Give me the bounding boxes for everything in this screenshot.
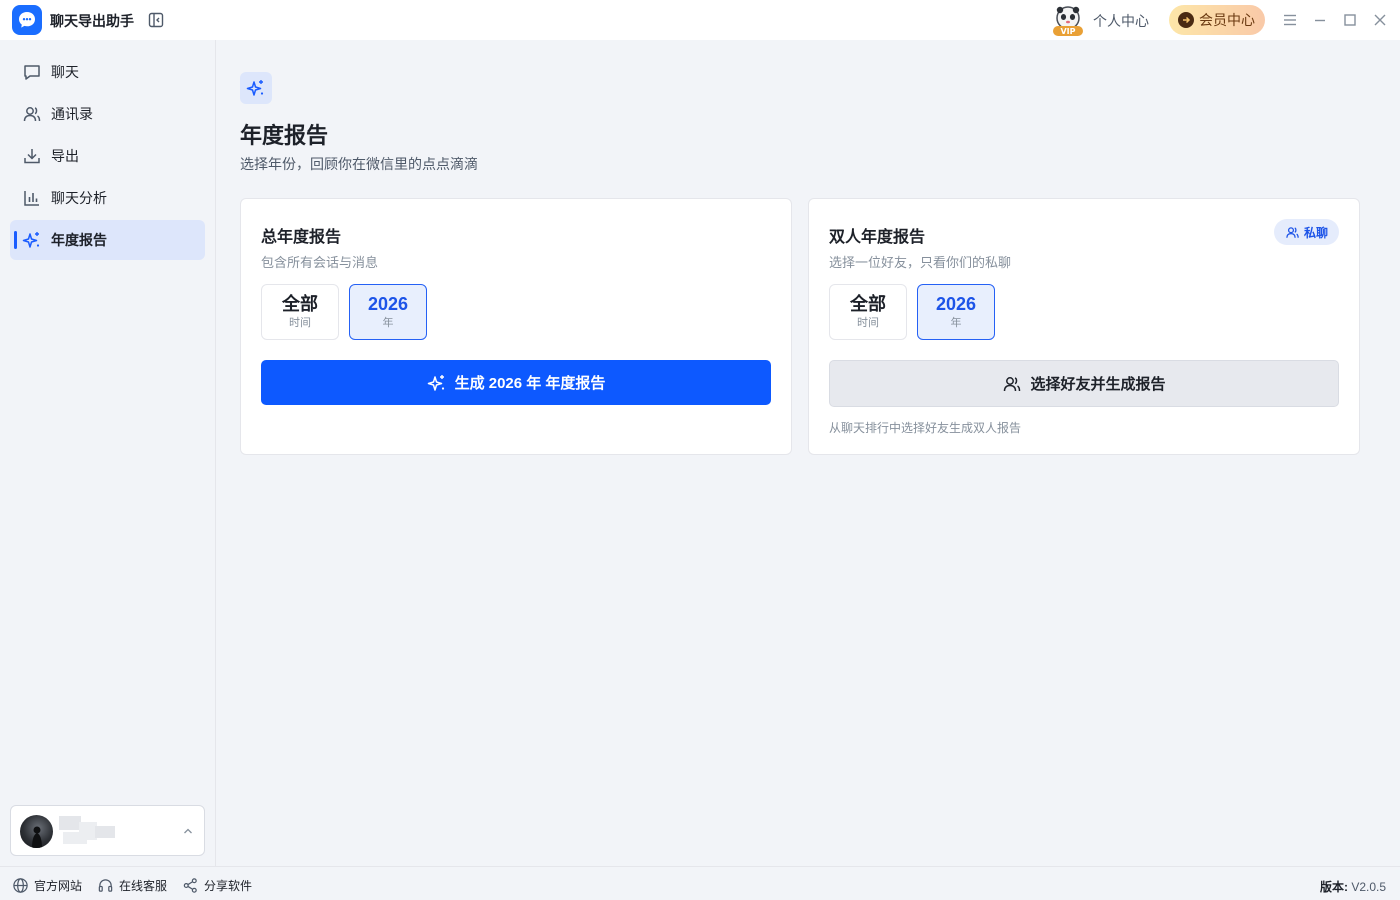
chevron-up-icon[interactable] <box>182 825 194 837</box>
button-label: 生成 2026 年 年度报告 <box>454 375 606 392</box>
arrow-right-icon <box>1178 12 1194 28</box>
option-sub-label: 时间 <box>857 317 879 329</box>
sidebar-collapse-icon[interactable] <box>147 12 165 28</box>
headset-icon <box>97 877 114 894</box>
dual-report-card: 双人年度报告 私聊 选择一位好友，只看你们的私聊 全部 时间 2026 年 选择… <box>808 198 1360 455</box>
page-title: 年度报告 <box>240 123 329 148</box>
option-main-label: 2026 <box>935 294 977 314</box>
card-hint: 从聊天排行中选择好友生成双人报告 <box>829 421 1022 435</box>
card-title: 总年度报告 <box>261 229 342 246</box>
private-chat-badge: 私聊 <box>1274 219 1339 245</box>
sparkles-icon <box>427 373 447 393</box>
version-info: 版本: V2.0.5 <box>1320 878 1386 895</box>
sidebar-item-analysis[interactable]: 聊天分析 <box>10 178 205 218</box>
option-main-label: 全部 <box>282 294 318 314</box>
svg-text:VIP: VIP <box>1060 27 1075 36</box>
sidebar-item-annual-report[interactable]: 年度报告 <box>10 220 205 260</box>
contacts-icon <box>22 104 42 124</box>
sidebar: 聊天 通讯录 导出 聊天分析 年度报告 <box>0 40 216 866</box>
sidebar-item-export[interactable]: 导出 <box>10 136 205 176</box>
page-subtitle: 选择年份，回顾你在微信里的点点滴滴 <box>240 156 478 172</box>
menu-icon[interactable] <box>1281 11 1299 29</box>
button-label: 选择好友并生成报告 <box>1030 376 1166 393</box>
option-sub-label: 时间 <box>289 317 311 329</box>
share-software-link[interactable]: 分享软件 <box>182 877 252 894</box>
maximize-icon[interactable] <box>1341 11 1359 29</box>
app-logo-icon <box>12 5 42 35</box>
sidebar-item-label: 导出 <box>51 148 79 164</box>
minimize-icon[interactable] <box>1311 11 1329 29</box>
globe-icon <box>12 877 29 894</box>
select-friend-button[interactable]: 选择好友并生成报告 <box>829 360 1339 407</box>
badge-label: 私聊 <box>1303 225 1328 240</box>
official-website-link[interactable]: 官方网站 <box>12 877 82 894</box>
member-center-label: 会员中心 <box>1199 12 1255 28</box>
share-icon <box>182 877 199 894</box>
online-support-link[interactable]: 在线客服 <box>97 877 167 894</box>
avatar <box>20 815 53 848</box>
personal-center-link[interactable]: 个人中心 <box>1093 11 1149 31</box>
chat-bubble-icon <box>22 62 42 82</box>
card-description: 选择一位好友，只看你们的私聊 <box>829 255 1012 270</box>
member-center-button[interactable]: 会员中心 <box>1169 5 1265 35</box>
contacts-icon <box>1285 225 1300 240</box>
option-sub-label: 年 <box>950 317 962 329</box>
sidebar-item-label: 聊天分析 <box>51 190 107 206</box>
sidebar-item-chat[interactable]: 聊天 <box>10 52 205 92</box>
sidebar-item-label: 聊天 <box>51 64 79 80</box>
total-report-card: 总年度报告 包含所有会话与消息 全部 时间 2026 年 生成 2026 年 年… <box>240 198 792 455</box>
card-description: 包含所有会话与消息 <box>261 255 379 270</box>
option-sub-label: 年 <box>382 317 394 329</box>
vip-avatar-icon[interactable]: VIP <box>1051 5 1085 37</box>
year-option-all[interactable]: 全部 时间 <box>829 284 907 340</box>
user-account-card[interactable] <box>10 805 205 856</box>
status-bar: 官方网站 在线客服 分享软件 版本: V2.0.5 <box>0 866 1400 900</box>
year-option-2026[interactable]: 2026 年 <box>917 284 995 340</box>
download-icon <box>22 146 42 166</box>
contacts-icon <box>1002 374 1022 394</box>
sparkles-icon <box>22 230 42 250</box>
year-option-2026[interactable]: 2026 年 <box>349 284 427 340</box>
main-content: 年度报告 选择年份，回顾你在微信里的点点滴滴 总年度报告 包含所有会话与消息 全… <box>216 40 1400 866</box>
status-link-label: 官方网站 <box>34 879 83 893</box>
sidebar-item-label: 年度报告 <box>51 232 107 248</box>
sparkles-icon <box>240 72 272 104</box>
blurred-username <box>59 816 115 846</box>
card-title: 双人年度报告 <box>829 229 926 246</box>
title-bar: 聊天导出助手 VIP 个人中心 会员中心 <box>0 0 1400 40</box>
close-icon[interactable] <box>1371 11 1389 29</box>
version-value: V2.0.5 <box>1351 880 1387 894</box>
status-link-label: 在线客服 <box>119 879 168 893</box>
bar-chart-icon <box>22 188 42 208</box>
option-main-label: 2026 <box>367 294 409 314</box>
version-label: 版本: <box>1320 880 1348 894</box>
generate-report-button[interactable]: 生成 2026 年 年度报告 <box>261 360 771 405</box>
sidebar-item-contacts[interactable]: 通讯录 <box>10 94 205 134</box>
year-option-all[interactable]: 全部 时间 <box>261 284 339 340</box>
sidebar-item-label: 通讯录 <box>51 106 93 122</box>
app-title: 聊天导出助手 <box>50 13 134 29</box>
status-link-label: 分享软件 <box>204 879 253 893</box>
option-main-label: 全部 <box>850 294 886 314</box>
